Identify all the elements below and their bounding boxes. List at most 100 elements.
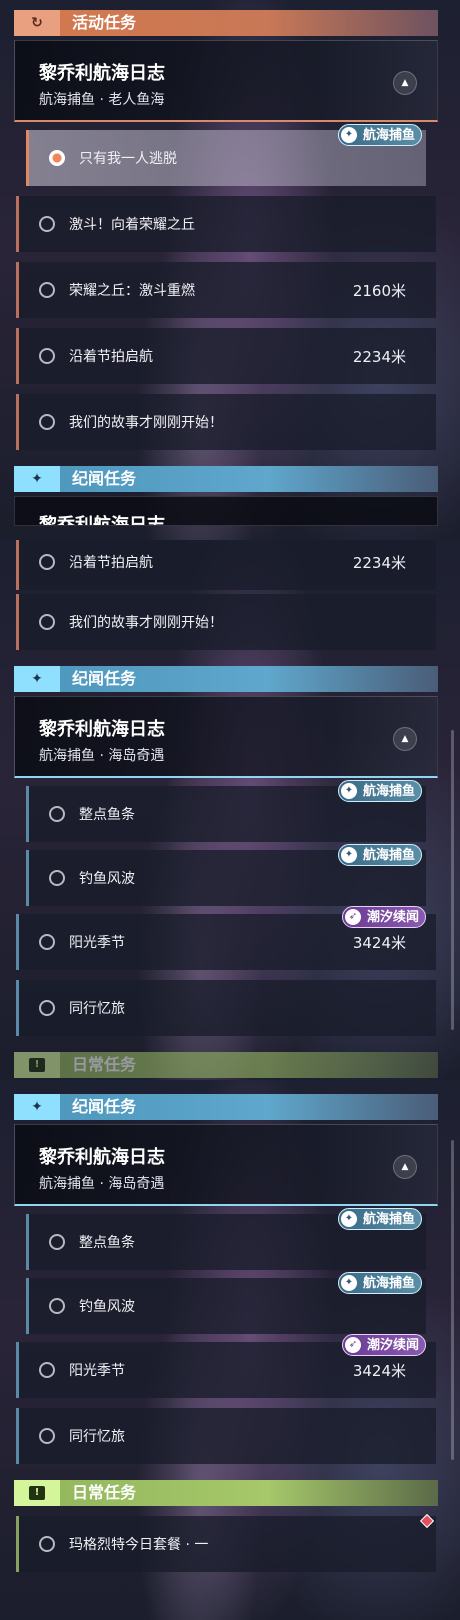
- step-label: 沿着节拍启航: [69, 349, 153, 365]
- collapse-icon[interactable]: ▲: [393, 1155, 417, 1179]
- radio-icon[interactable]: [39, 348, 55, 364]
- step-label: 我们的故事才刚刚开始！: [69, 415, 223, 431]
- sea-fishing-tag: ✦ 航海捕鱼: [338, 1272, 423, 1294]
- feather-icon: ➶: [345, 1337, 361, 1353]
- sparkle-icon: ✦: [14, 666, 60, 692]
- section-header-chronicle[interactable]: ✦ 纪闻任务: [14, 1094, 438, 1120]
- radio-icon[interactable]: [49, 150, 65, 166]
- step-label: 激斗！向着荣耀之丘: [69, 217, 195, 233]
- radio-icon[interactable]: [49, 870, 65, 886]
- section-title: 日常任务: [60, 1480, 438, 1506]
- step-distance: 2234米: [352, 347, 406, 366]
- section-title: 活动任务: [60, 10, 438, 36]
- quest-step-row[interactable]: 激斗！向着荣耀之丘: [16, 196, 436, 252]
- step-label: 玛格烈特今日套餐 · 一: [69, 1537, 209, 1553]
- quest-title: 黎乔利航海日志: [39, 515, 165, 526]
- radio-icon[interactable]: [49, 1234, 65, 1250]
- radio-icon[interactable]: [39, 934, 55, 950]
- quest-step-row[interactable]: 沿着节拍启航 2234米: [16, 540, 436, 590]
- tag-label: 潮汐续闻: [367, 1338, 420, 1353]
- section-header-chronicle[interactable]: ✦ 纪闻任务: [14, 666, 438, 692]
- sea-fishing-tag: ✦ 航海捕鱼: [338, 1208, 423, 1230]
- radio-icon[interactable]: [39, 1428, 55, 1444]
- quest-step-row[interactable]: 同行忆旅: [16, 1408, 436, 1464]
- quest-card-activity[interactable]: 黎乔利航海日志 航海捕鱼 · 老人鱼海 ▲: [14, 40, 438, 122]
- section-title: 纪闻任务: [60, 666, 438, 692]
- exclamation-icon: !: [14, 1052, 60, 1078]
- feather-icon: ➶: [345, 909, 361, 925]
- quest-panel-bottom: ✦ 纪闻任务 黎乔利航海日志 航海捕鱼 · 海岛奇遇 ▲ 整点鱼条 ✦ 航海捕鱼…: [0, 1080, 460, 1620]
- sea-fishing-tag: ✦ 航海捕鱼: [338, 124, 423, 146]
- section-header-daily[interactable]: ! 日常任务: [14, 1480, 438, 1506]
- radio-icon[interactable]: [39, 216, 55, 232]
- radio-icon[interactable]: [49, 806, 65, 822]
- quest-step-row[interactable]: 沿着节拍启航 2234米: [16, 328, 436, 384]
- step-label: 我们的故事才刚刚开始！: [69, 615, 223, 631]
- tag-label: 潮汐续闻: [367, 910, 420, 925]
- step-label: 整点鱼条: [79, 1235, 135, 1251]
- radio-icon[interactable]: [39, 1000, 55, 1016]
- step-label: 荣耀之丘：激斗重燃: [69, 283, 195, 299]
- tag-label: 航海捕鱼: [363, 848, 416, 863]
- tide-story-tag: ➶ 潮汐续闻: [342, 1334, 427, 1356]
- quest-title: 黎乔利航海日志: [39, 1147, 165, 1168]
- quest-title: 黎乔利航海日志: [39, 63, 165, 84]
- collapse-icon[interactable]: ▲: [393, 727, 417, 751]
- refresh-icon: ↻: [14, 10, 60, 36]
- radio-icon[interactable]: [49, 1298, 65, 1314]
- step-label: 钓鱼风波: [79, 1299, 135, 1315]
- quest-card-partial[interactable]: 黎乔利航海日志: [14, 496, 438, 526]
- sparkle-icon: ✦: [14, 1094, 60, 1120]
- compass-icon: ✦: [341, 783, 357, 799]
- sea-fishing-tag: ✦ 航海捕鱼: [338, 780, 423, 802]
- tag-label: 航海捕鱼: [363, 784, 416, 799]
- step-label: 同行忆旅: [69, 1429, 125, 1445]
- tag-label: 航海捕鱼: [363, 128, 416, 143]
- step-label: 阳光季节: [69, 935, 125, 951]
- scrollbar[interactable]: [451, 1140, 454, 1460]
- quest-step-row[interactable]: 玛格烈特今日套餐 · 一: [16, 1516, 436, 1572]
- radio-icon[interactable]: [39, 554, 55, 570]
- compass-icon: ✦: [341, 1211, 357, 1227]
- quest-panel-top: ↻ 活动任务 黎乔利航海日志 航海捕鱼 · 老人鱼海 ▲ 只有我一人逃脱 ✦ 航…: [0, 0, 460, 540]
- quest-step-row[interactable]: 我们的故事才刚刚开始！: [16, 394, 436, 450]
- step-distance: 3424米: [352, 1361, 406, 1380]
- section-title: 纪闻任务: [60, 1094, 438, 1120]
- collapse-icon[interactable]: ▲: [393, 71, 417, 95]
- quest-subtitle: 航海捕鱼 · 海岛奇遇: [39, 1176, 165, 1192]
- step-label: 钓鱼风波: [79, 871, 135, 887]
- section-header-daily-partial[interactable]: ! 日常任务: [14, 1052, 438, 1078]
- compass-icon: ✦: [341, 127, 357, 143]
- compass-icon: ✦: [341, 847, 357, 863]
- scrollbar[interactable]: [451, 730, 454, 1030]
- section-title: 纪闻任务: [60, 466, 438, 492]
- quest-card-chronicle[interactable]: 黎乔利航海日志 航海捕鱼 · 海岛奇遇 ▲: [14, 1124, 438, 1206]
- radio-icon[interactable]: [39, 1362, 55, 1378]
- radio-icon[interactable]: [39, 1536, 55, 1552]
- radio-icon[interactable]: [39, 614, 55, 630]
- exclamation-icon: !: [14, 1480, 60, 1506]
- radio-icon[interactable]: [39, 282, 55, 298]
- quest-step-row[interactable]: 我们的故事才刚刚开始！: [16, 594, 436, 650]
- step-label: 整点鱼条: [79, 807, 135, 823]
- section-title: 日常任务: [60, 1052, 438, 1078]
- compass-icon: ✦: [341, 1275, 357, 1291]
- tide-story-tag: ➶ 潮汐续闻: [342, 906, 427, 928]
- step-distance: 2234米: [352, 553, 406, 572]
- step-distance: 2160米: [352, 281, 406, 300]
- sparkle-icon: ✦: [14, 466, 60, 492]
- radio-icon[interactable]: [39, 414, 55, 430]
- quest-card-chronicle[interactable]: 黎乔利航海日志 航海捕鱼 · 海岛奇遇 ▲: [14, 696, 438, 778]
- quest-subtitle: 航海捕鱼 · 海岛奇遇: [39, 748, 165, 764]
- quest-panel-middle: 沿着节拍启航 2234米 我们的故事才刚刚开始！ ✦ 纪闻任务 黎乔利航海日志 …: [0, 540, 460, 1080]
- tag-label: 航海捕鱼: [363, 1276, 416, 1291]
- step-distance: 3424米: [352, 933, 406, 952]
- quest-subtitle: 航海捕鱼 · 老人鱼海: [39, 92, 165, 108]
- section-header-chronicle[interactable]: ✦ 纪闻任务: [14, 466, 438, 492]
- quest-step-row[interactable]: 同行忆旅: [16, 980, 436, 1036]
- step-label: 阳光季节: [69, 1363, 125, 1379]
- quest-step-row[interactable]: 荣耀之丘：激斗重燃 2160米: [16, 262, 436, 318]
- step-label: 只有我一人逃脱: [79, 151, 177, 167]
- section-header-activity[interactable]: ↻ 活动任务: [14, 10, 438, 36]
- quest-title: 黎乔利航海日志: [39, 719, 165, 740]
